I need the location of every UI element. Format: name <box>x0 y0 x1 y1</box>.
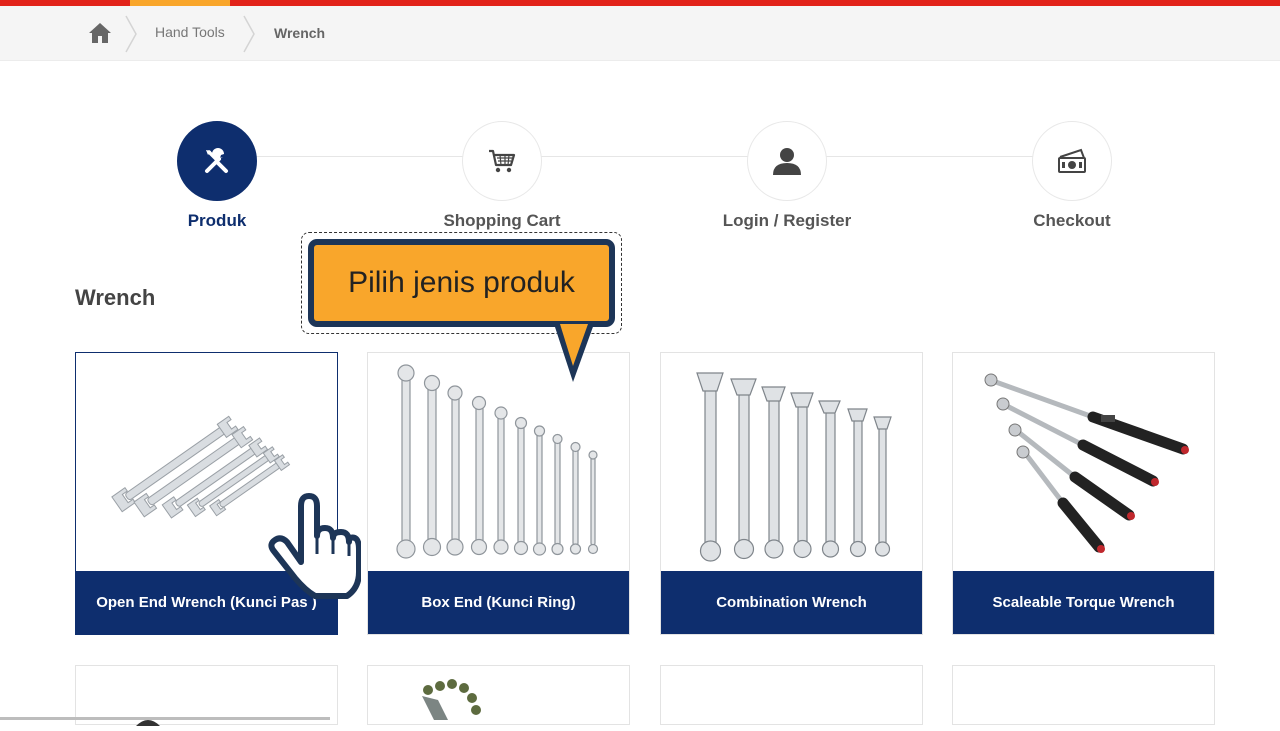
product-card-row2-2[interactable] <box>367 665 630 725</box>
page-title: Wrench <box>75 285 156 310</box>
product-card-box-end[interactable]: Box End (Kunci Ring) <box>367 352 630 635</box>
step-shopping-cart[interactable]: Shopping Cart <box>422 121 582 231</box>
step-circle <box>1032 121 1112 201</box>
tooltip-pointer <box>554 324 594 382</box>
product-name: Scaleable Torque Wrench <box>953 571 1214 634</box>
product-image <box>422 679 481 720</box>
tutorial-tooltip: Pilih jenis produk <box>308 239 615 327</box>
step-circle <box>462 121 542 201</box>
step-label: Login / Register <box>722 211 852 230</box>
breadcrumb-separator <box>243 15 255 53</box>
step-checkout[interactable]: Checkout <box>992 121 1152 231</box>
product-card-row2-4[interactable] <box>952 665 1215 725</box>
steps-connector <box>217 156 1073 157</box>
breadcrumb-current: Wrench <box>274 25 326 41</box>
breadcrumb-hand-tools[interactable]: Hand Tools <box>155 24 225 40</box>
step-circle <box>177 121 257 201</box>
user-icon <box>773 148 801 175</box>
product-name: Box End (Kunci Ring) <box>368 571 629 634</box>
product-image <box>953 353 1214 572</box>
step-label: Checkout <box>1033 211 1111 230</box>
home-icon[interactable] <box>88 22 112 44</box>
step-login-register[interactable]: Login / Register <box>707 121 867 231</box>
cart-icon <box>489 149 516 173</box>
step-produk[interactable]: Produk <box>137 121 297 231</box>
product-image <box>661 353 922 572</box>
product-card-combination-wrench[interactable]: Combination Wrench <box>660 352 923 635</box>
money-icon <box>1058 148 1086 173</box>
product-card-row2-1[interactable] <box>75 665 338 726</box>
pointing-hand-icon <box>268 493 361 599</box>
product-name: Combination Wrench <box>661 571 922 634</box>
product-card-torque-wrench[interactable]: Scaleable Torque Wrench <box>952 352 1215 635</box>
tools-icon <box>205 148 228 173</box>
breadcrumb: Hand Tools Wrench <box>0 6 1280 61</box>
step-label: Produk <box>187 211 247 230</box>
step-label: Shopping Cart <box>443 211 561 230</box>
breadcrumb-separator <box>125 15 137 53</box>
step-circle <box>747 121 827 201</box>
product-card-row2-3[interactable] <box>660 665 923 725</box>
